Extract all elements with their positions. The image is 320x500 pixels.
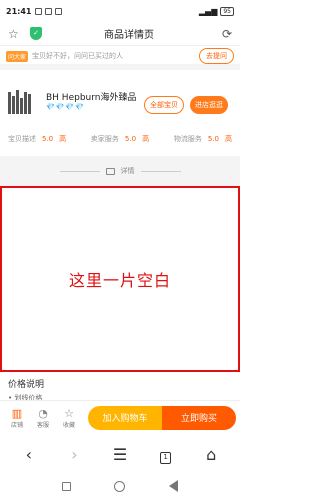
add-to-cart-button[interactable]: 加入购物车 xyxy=(88,405,162,430)
qa-text: 宝贝好不好，问问已买过的人 xyxy=(32,52,124,60)
score-label: 宝贝描述 xyxy=(8,135,36,143)
tabs-icon: 1 xyxy=(160,452,172,464)
shield-icon[interactable]: ✓ xyxy=(30,27,42,40)
status-bar: 21:41 ▂▄▆ 95 xyxy=(0,0,240,22)
notification-icon xyxy=(35,7,43,15)
score-level: 高 xyxy=(59,135,67,143)
browser-nav: ‹ › ☰ 1 ⌂ xyxy=(0,436,240,472)
shop-card: BH Hepburn海外臻品 💎💎💎💎 全部宝贝 进店逛逛 宝贝描述 5.0 高… xyxy=(0,76,240,156)
favorite-label: 收藏 xyxy=(62,421,75,429)
action-bar: ▥ 店铺 ◔ 客服 ☆ 收藏 加入购物车 立即购买 xyxy=(0,400,240,434)
favorite-button[interactable]: ☆ 收藏 xyxy=(56,407,82,429)
status-time: 21:41 xyxy=(6,6,32,16)
forward-icon[interactable]: › xyxy=(61,445,87,464)
page-title[interactable]: 商品详情页 xyxy=(42,26,216,41)
signal-icon: ▂▄▆ xyxy=(198,6,218,16)
ask-question-button[interactable]: 去提问 xyxy=(199,48,234,64)
store-icon: ▥ xyxy=(11,406,23,420)
buy-now-button[interactable]: 立即购买 xyxy=(162,405,236,430)
score-label: 物流服务 xyxy=(173,135,202,143)
buy-group: 加入购物车 立即购买 xyxy=(88,405,236,430)
detail-divider: 详情 xyxy=(0,156,240,186)
score-value: 5.0 xyxy=(207,135,219,143)
store-button[interactable]: ▥ 店铺 xyxy=(4,407,30,429)
score-level: 高 xyxy=(224,135,232,143)
recents-icon[interactable] xyxy=(61,481,71,491)
battery-icon: 95 xyxy=(220,6,234,16)
home-button-icon[interactable] xyxy=(114,480,126,492)
address-bar: ☆ ✓ 商品详情页 ⟳ xyxy=(0,22,240,46)
home-icon[interactable]: ⌂ xyxy=(198,445,224,464)
visit-store-button[interactable]: 进店逛逛 xyxy=(190,96,228,114)
divider-line xyxy=(140,170,181,172)
all-items-button[interactable]: 全部宝贝 xyxy=(144,96,184,114)
store-label: 店铺 xyxy=(10,421,23,429)
qa-row: 问大家 宝贝好不好，问问已买过的人 去提问 xyxy=(0,48,240,70)
score-item: 宝贝描述 5.0 高 xyxy=(8,134,66,144)
qa-badge: 问大家 xyxy=(6,50,29,62)
score-level: 高 xyxy=(142,135,150,143)
shop-rating-icon: 💎💎💎💎 xyxy=(46,103,85,111)
status-icons xyxy=(35,7,63,15)
service-label: 客服 xyxy=(36,421,49,429)
reload-icon[interactable]: ⟳ xyxy=(216,27,232,41)
service-button[interactable]: ◔ 客服 xyxy=(30,407,56,429)
notification-icon xyxy=(45,7,53,15)
score-item: 物流服务 5.0 高 xyxy=(174,134,232,144)
tabs-button[interactable]: 1 xyxy=(153,444,179,464)
score-value: 5.0 xyxy=(124,135,137,143)
notification-icon xyxy=(55,7,63,15)
divider-line xyxy=(59,170,100,172)
shop-scores: 宝贝描述 5.0 高 卖家服务 5.0 高 物流服务 5.0 高 xyxy=(0,134,240,144)
service-icon: ◔ xyxy=(38,406,48,420)
favorite-icon: ☆ xyxy=(64,406,74,420)
menu-icon[interactable]: ☰ xyxy=(107,445,133,464)
star-icon[interactable]: ☆ xyxy=(8,27,24,41)
image-icon xyxy=(105,167,115,175)
system-nav xyxy=(0,472,240,500)
blank-content-area: 这里一片空白 xyxy=(0,186,240,372)
status-right: ▂▄▆ 95 xyxy=(198,6,234,16)
detail-label: 详情 xyxy=(120,167,135,175)
blank-notice: 这里一片空白 xyxy=(68,271,171,290)
system-back-icon[interactable] xyxy=(169,480,179,492)
back-icon[interactable]: ‹ xyxy=(16,445,42,464)
score-label: 卖家服务 xyxy=(90,135,119,143)
shop-logo xyxy=(8,88,36,114)
price-title: 价格说明 xyxy=(8,380,45,390)
shop-name[interactable]: BH Hepburn海外臻品 xyxy=(46,90,136,103)
score-value: 5.0 xyxy=(42,135,54,143)
score-item: 卖家服务 5.0 高 xyxy=(91,134,149,144)
